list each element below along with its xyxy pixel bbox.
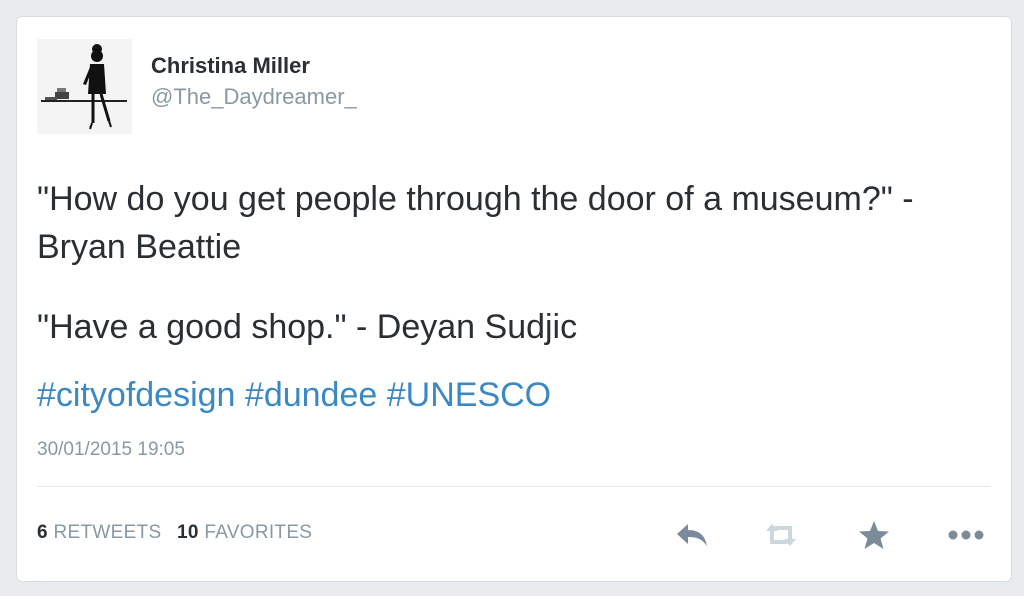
tweet-text-quote: "How do you get people through the door … [37,180,914,266]
favorite-icon [859,521,889,549]
more-button[interactable] [946,515,986,555]
hashtag-link[interactable]: #dundee [245,376,377,414]
favorites-label[interactable]: FAVORITES [204,522,312,543]
reply-icon [677,524,707,546]
divider [37,486,991,487]
favorite-button[interactable] [854,515,894,555]
avatar-illustration [37,39,132,134]
reply-button[interactable] [672,515,712,555]
tweet-text-reply: "Have a good shop." - Deyan Sudjic [37,308,578,346]
tweet-card: Christina Miller @The_Daydreamer_ "How d… [16,16,1012,582]
more-icon [948,530,984,540]
hashtag-link[interactable]: #cityofdesign [37,376,235,414]
tweet-stats: 6 RETWEETS 10 FAVORITES [37,522,312,544]
author-name[interactable]: Christina Miller [151,53,310,79]
retweets-label[interactable]: RETWEETS [53,522,161,543]
retweet-count[interactable]: 6 [37,522,48,543]
retweet-icon [766,524,796,546]
favorite-count[interactable]: 10 [177,522,199,543]
hashtag-list: #cityofdesign #dundee #UNESCO [37,371,551,419]
tweet-timestamp[interactable]: 30/01/2015 19:05 [37,439,185,461]
retweet-button[interactable] [761,515,801,555]
avatar[interactable] [37,39,132,134]
author-handle[interactable]: @The_Daydreamer_ [151,84,357,110]
hashtag-link[interactable]: #UNESCO [387,376,551,414]
